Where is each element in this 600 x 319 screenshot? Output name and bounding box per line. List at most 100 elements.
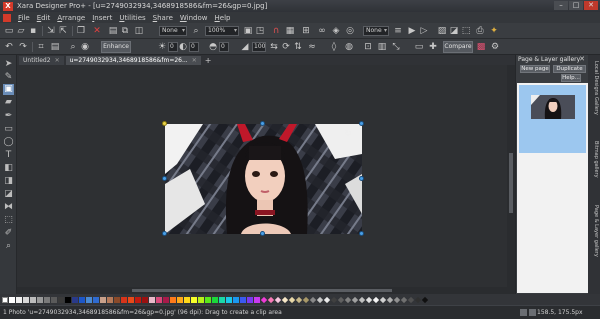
contrast-icon[interactable]: ◐ bbox=[178, 42, 188, 52]
color-correct-icon[interactable]: ▥ bbox=[377, 42, 387, 52]
grid-icon[interactable]: ▦ bbox=[285, 26, 295, 36]
preview-icon[interactable]: ▷ bbox=[419, 26, 429, 36]
zoom-page-icon[interactable]: ▣ bbox=[243, 26, 253, 36]
selection-handle[interactable] bbox=[359, 231, 364, 236]
duplicate-button[interactable]: Duplicate bbox=[553, 65, 586, 73]
import-icon[interactable]: ⇲ bbox=[46, 26, 56, 36]
mirror-icon[interactable]: ⇅ bbox=[293, 42, 303, 52]
no-color-swatch[interactable] bbox=[2, 296, 8, 303]
color-swatch[interactable] bbox=[316, 296, 324, 303]
menu-file[interactable]: File bbox=[18, 14, 30, 22]
flip-icon[interactable]: ⇆ bbox=[269, 42, 279, 52]
color-swatch[interactable] bbox=[330, 296, 338, 303]
color-swatch[interactable] bbox=[240, 296, 246, 303]
lightbulb-icon[interactable]: ✦ bbox=[489, 26, 499, 36]
align-icon[interactable]: ≡ bbox=[393, 26, 403, 36]
new-page-button[interactable]: New page bbox=[520, 65, 550, 73]
zoom-dropdown[interactable]: 100% ▾ bbox=[205, 26, 239, 36]
copy-icon[interactable]: ❐ bbox=[76, 26, 86, 36]
color-swatch[interactable] bbox=[421, 296, 429, 303]
color-swatch[interactable] bbox=[358, 296, 366, 303]
play-icon[interactable]: ▶ bbox=[407, 26, 417, 36]
undo-icon[interactable]: ↶ bbox=[4, 42, 14, 52]
color-swatch[interactable] bbox=[372, 296, 380, 303]
panorama-icon[interactable]: ▭ bbox=[414, 42, 424, 52]
line-width-dropdown[interactable]: None ▾ bbox=[159, 26, 187, 36]
color-swatch[interactable] bbox=[351, 296, 359, 303]
compare-button[interactable]: Compare bbox=[443, 41, 473, 53]
filter-icon[interactable]: ⊡ bbox=[363, 42, 373, 52]
contrast-field[interactable]: 0 bbox=[189, 42, 199, 52]
layer-icon[interactable] bbox=[529, 309, 536, 316]
color-swatch[interactable] bbox=[219, 296, 225, 303]
menu-arrange[interactable]: Arrange bbox=[57, 14, 85, 22]
color-swatch[interactable] bbox=[274, 296, 282, 303]
color-swatch[interactable] bbox=[184, 296, 190, 303]
page-item-1[interactable] bbox=[519, 85, 586, 153]
color-swatch[interactable] bbox=[288, 296, 296, 303]
selection-handle[interactable] bbox=[162, 231, 167, 236]
magnet-icon[interactable]: ∩ bbox=[271, 26, 281, 36]
color-swatch[interactable] bbox=[254, 296, 260, 303]
zoom-tool-icon[interactable]: ⌕ bbox=[3, 241, 14, 252]
menu-help[interactable]: Help bbox=[215, 14, 231, 22]
ellipse-tool-icon[interactable]: ◯ bbox=[3, 137, 14, 148]
color-swatch[interactable] bbox=[205, 296, 211, 303]
scroll-thumb[interactable] bbox=[132, 289, 392, 292]
enhance-button[interactable]: Enhance bbox=[101, 41, 131, 53]
zoom-icon[interactable]: ⌕ bbox=[191, 26, 201, 36]
saturation-field[interactable]: 0 bbox=[219, 42, 229, 52]
color-swatch[interactable] bbox=[58, 296, 64, 303]
color-swatch[interactable] bbox=[93, 296, 99, 303]
scroll-thumb[interactable] bbox=[509, 153, 513, 213]
color-swatch[interactable] bbox=[177, 296, 183, 303]
menu-insert[interactable]: Insert bbox=[92, 14, 112, 22]
heal-icon[interactable]: ✚ bbox=[428, 42, 438, 52]
side-tab-page-layer[interactable]: Page & Layer gallery bbox=[589, 205, 599, 257]
color-swatch[interactable] bbox=[302, 296, 310, 303]
transparency-tool-icon[interactable]: ◨ bbox=[3, 176, 14, 187]
opacity-field[interactable]: 100 bbox=[252, 42, 266, 52]
color-swatch[interactable] bbox=[393, 296, 401, 303]
color-swatch[interactable] bbox=[281, 296, 289, 303]
new-tab-button[interactable]: + bbox=[205, 56, 212, 65]
color-swatch[interactable] bbox=[323, 296, 331, 303]
snap-icon[interactable] bbox=[520, 309, 527, 316]
brightness-field[interactable]: 0 bbox=[168, 42, 178, 52]
save-icon[interactable]: ▪ bbox=[28, 26, 38, 36]
contour-tool-icon[interactable]: ⬚ bbox=[3, 215, 14, 226]
color-swatch[interactable] bbox=[365, 296, 373, 303]
new-document-icon[interactable]: ▭ bbox=[4, 26, 14, 36]
tab-untitled2[interactable]: Untitled2 ✕ bbox=[19, 56, 64, 65]
color-swatch[interactable] bbox=[44, 296, 50, 303]
transparency-dropdown[interactable]: None ▾ bbox=[363, 26, 389, 36]
share-icon[interactable]: ⬚ bbox=[461, 26, 471, 36]
shadow-tool-icon[interactable]: ◪ bbox=[3, 189, 14, 200]
saturation-icon[interactable]: ◓ bbox=[208, 42, 218, 52]
open-folder-icon[interactable]: ▱ bbox=[16, 26, 26, 36]
selection-handle[interactable] bbox=[260, 231, 265, 236]
close-button[interactable]: ✕ bbox=[584, 1, 598, 10]
color-swatch[interactable] bbox=[407, 296, 415, 303]
tab-photo-document[interactable]: u=2749032934,3468918586&fm=26... ✕ bbox=[65, 56, 201, 65]
color-swatch[interactable] bbox=[23, 296, 29, 303]
web-icon[interactable]: ◎ bbox=[345, 26, 355, 36]
tab-close-icon[interactable]: ✕ bbox=[55, 56, 60, 65]
color-swatch[interactable] bbox=[51, 296, 57, 303]
export-icon[interactable]: ⇱ bbox=[58, 26, 68, 36]
selection-handle[interactable] bbox=[359, 121, 364, 126]
selection-handle[interactable] bbox=[359, 176, 364, 181]
color-swatch[interactable] bbox=[121, 296, 127, 303]
settings-icon[interactable]: ⚙ bbox=[490, 42, 500, 52]
publish-icon[interactable]: ◪ bbox=[449, 26, 459, 36]
side-tab-local-designs[interactable]: Local Designs Gallery bbox=[589, 61, 599, 115]
horizontal-scrollbar[interactable] bbox=[17, 287, 515, 294]
duplicate-icon[interactable]: ⧉ bbox=[120, 26, 130, 36]
maximize-button[interactable]: □ bbox=[569, 1, 583, 10]
paste-icon[interactable]: ▤ bbox=[108, 26, 118, 36]
color-swatch[interactable] bbox=[65, 296, 71, 303]
color-swatch[interactable] bbox=[100, 296, 106, 303]
gallery-close-icon[interactable]: ✕ bbox=[579, 55, 585, 63]
selector-tool-icon[interactable]: ➤ bbox=[3, 59, 14, 70]
selection-handle[interactable] bbox=[162, 121, 167, 126]
